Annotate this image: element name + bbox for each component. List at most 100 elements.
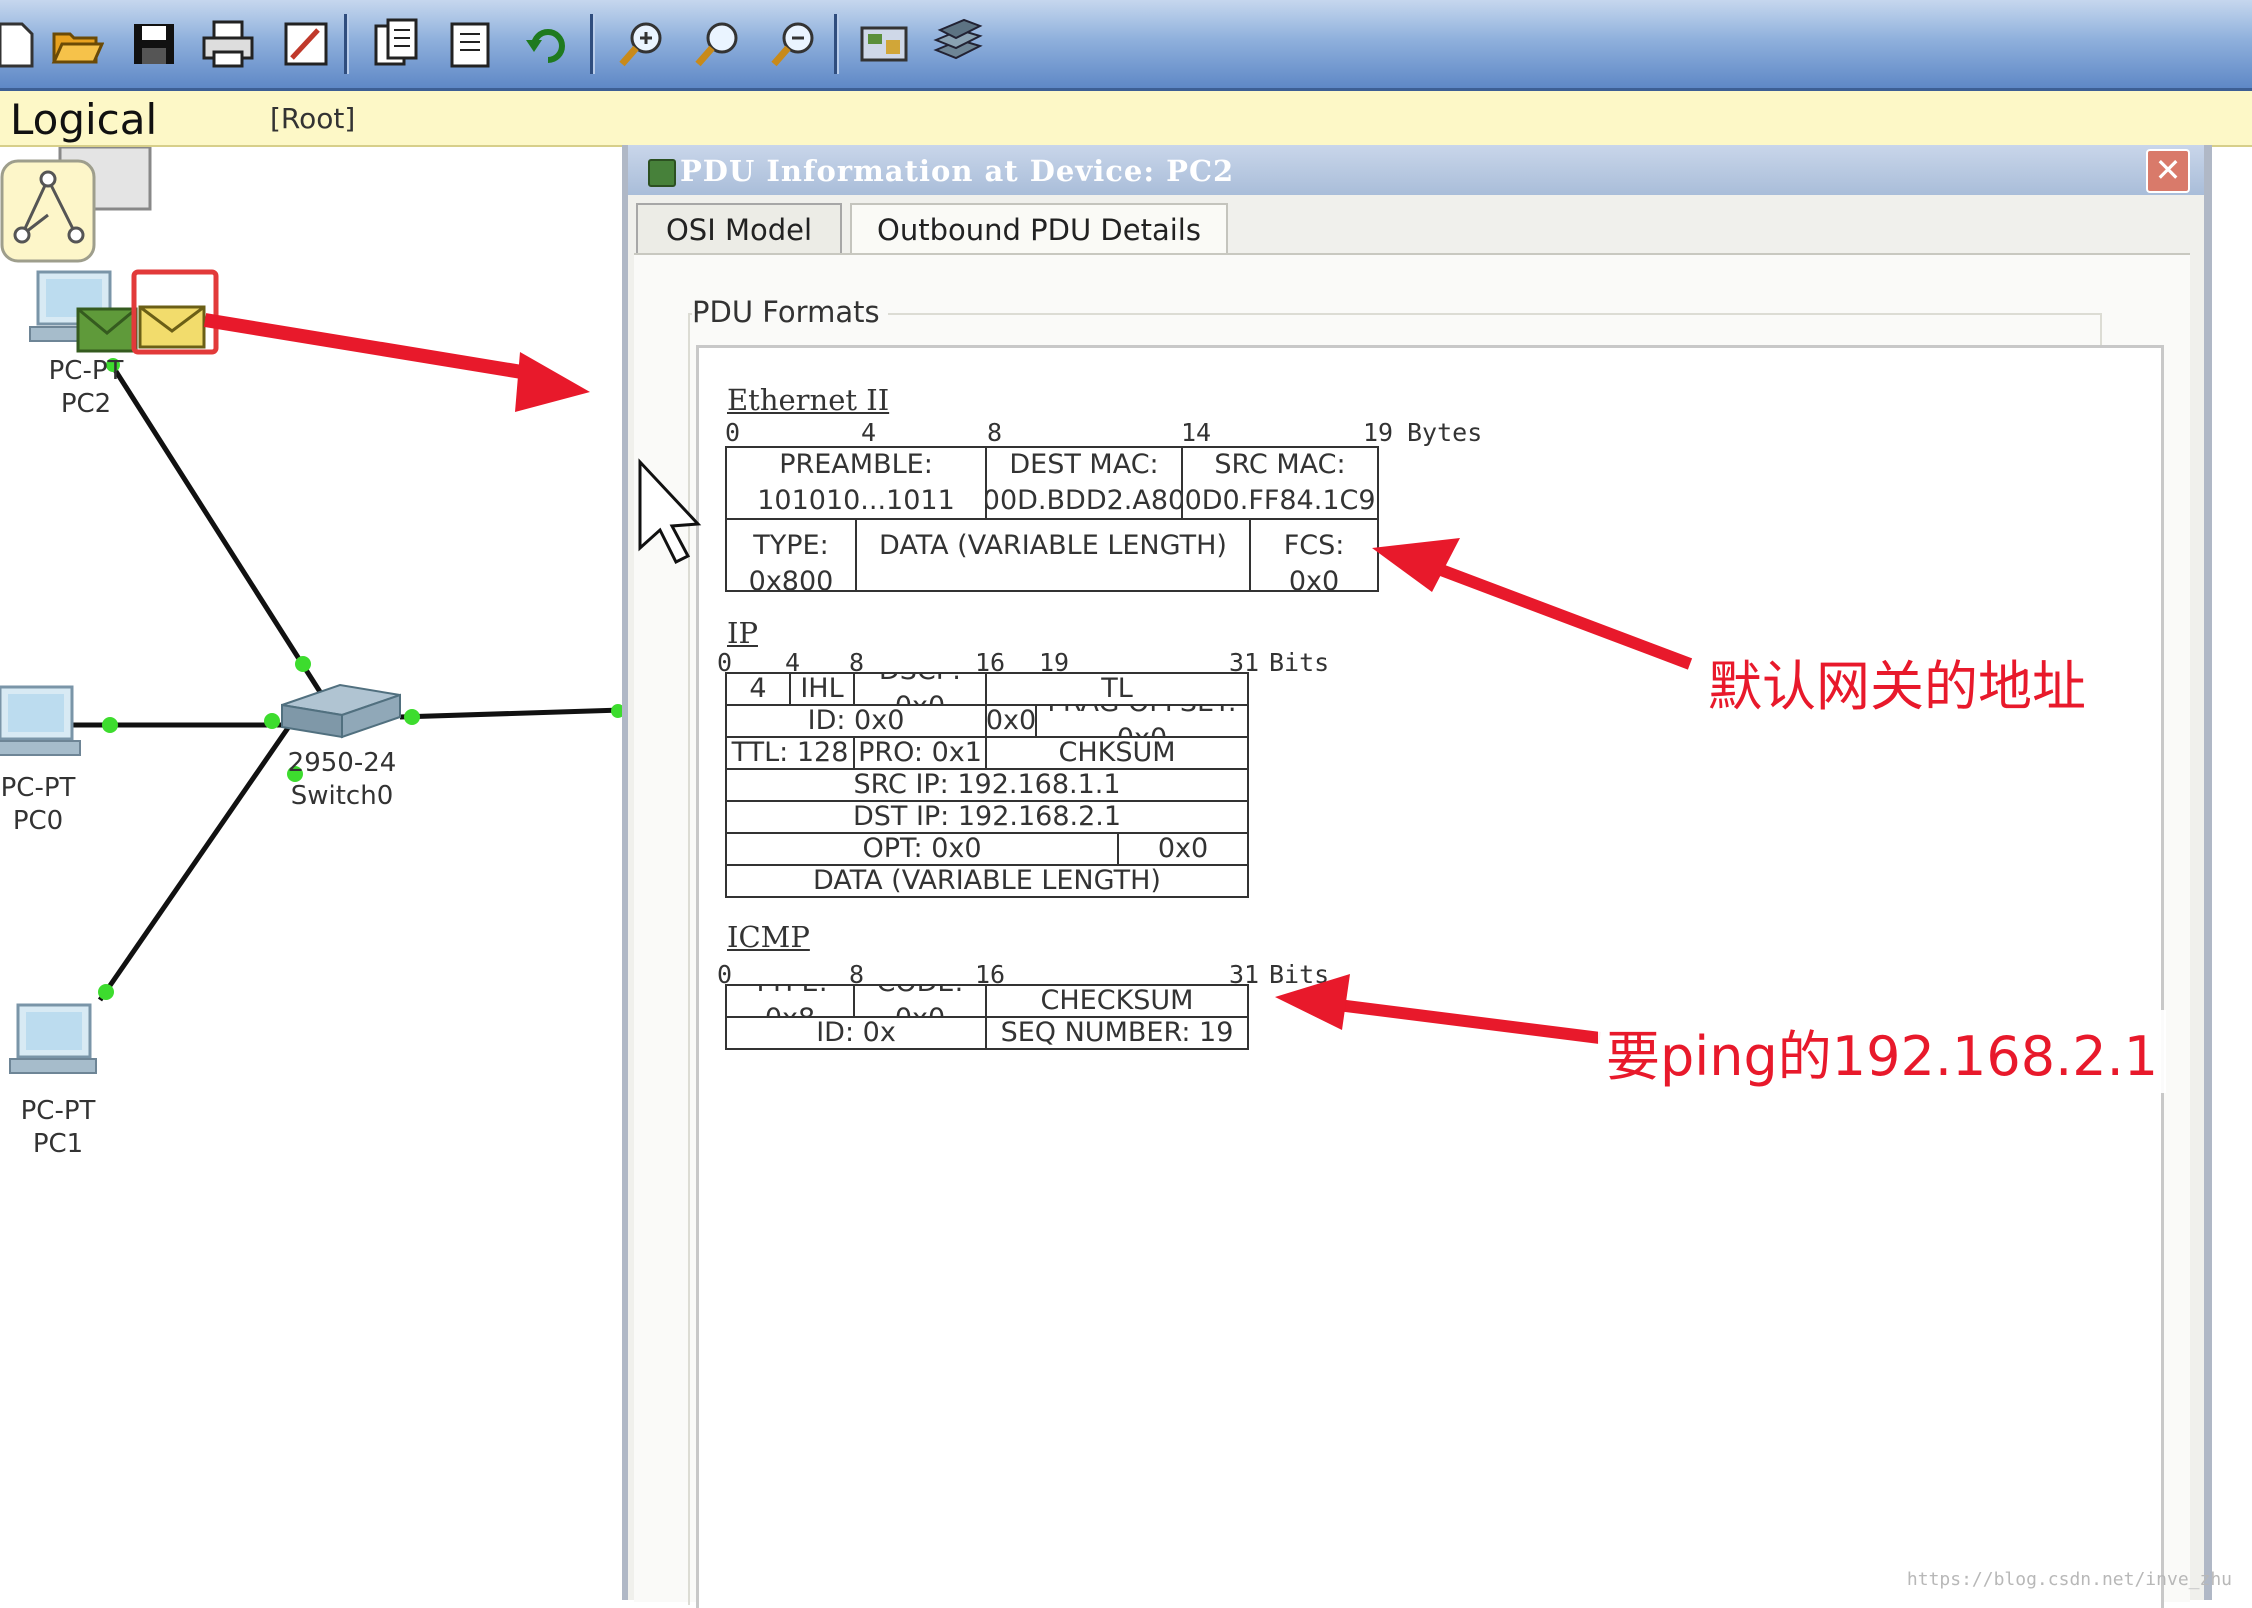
field-label: SRC MAC: — [1214, 449, 1346, 480]
ruler-digit: 0 — [725, 418, 741, 447]
device-type: PC-PT — [0, 773, 76, 803]
link-light — [264, 713, 280, 729]
main-toolbar — [0, 0, 2252, 91]
device-type: 2950-24 — [287, 748, 397, 778]
ruler-unit: Bytes — [1407, 418, 1483, 447]
ip-flags-cell: 0x0 — [985, 704, 1037, 738]
tab-outbound-pdu-details[interactable]: Outbound PDU Details — [850, 203, 1228, 255]
close-icon[interactable]: ✕ — [2146, 149, 2190, 193]
pc2-label[interactable]: PC-PT PC2 — [26, 355, 146, 421]
workspace-bar: Logical [Root] — [0, 91, 2252, 147]
src-mac-cell: SRC MAC: 00D0.FF84.1C9E — [1181, 446, 1379, 520]
field-label: DATA (VARIABLE LENGTH) — [879, 530, 1227, 561]
pdu-formats-scroll-area[interactable]: Ethernet II 0 4 8 14 19 Bytes PREAMBLE: … — [696, 345, 2164, 1608]
field-value: 0x800 — [748, 566, 834, 592]
copy-icon[interactable] — [368, 16, 424, 72]
ip-dscp-cell: DSCP: 0x0 — [853, 672, 987, 706]
ip-dst-cell: DST IP: 192.168.2.1 — [725, 800, 1249, 834]
icmp-seq-cell: SEQ NUMBER: 19 — [985, 1016, 1249, 1050]
open-icon[interactable] — [48, 16, 104, 72]
pc-icon — [0, 685, 81, 756]
dest-mac-cell: DEST MAC: 000D.BDD2.A801 — [985, 446, 1183, 520]
device-type: PC-PT — [48, 356, 124, 386]
paste-icon[interactable] — [444, 16, 500, 72]
field-label: FCS: — [1283, 530, 1345, 561]
pc0-label[interactable]: PC-PT PC0 — [0, 772, 88, 838]
link-light — [102, 717, 118, 733]
save-icon[interactable] — [126, 16, 182, 72]
pc1-label[interactable]: PC-PT PC1 — [6, 1095, 110, 1161]
field-value: 00D0.FF84.1C9E — [1183, 485, 1377, 516]
zoom-out-icon[interactable] — [766, 16, 822, 72]
ruler-digit: 19 — [1363, 418, 1394, 447]
custom-device-icon[interactable] — [930, 16, 986, 72]
icmp-checksum-cell: CHECKSUM — [985, 984, 1249, 1018]
ip-src-cell: SRC IP: 192.168.1.1 — [725, 768, 1249, 802]
ip-padding-cell: 0x0 — [1117, 832, 1249, 866]
ip-protocol-cell: PRO: 0x1 — [853, 736, 987, 770]
tab-panel: PDU Formats Ethernet II 0 4 8 14 19 Byte… — [634, 253, 2190, 1608]
fcs-cell: FCS: 0x0 — [1249, 518, 1379, 592]
print-icon[interactable] — [200, 16, 256, 72]
ruler-digit: 4 — [861, 418, 877, 447]
ip-version-cell: 4 — [725, 672, 791, 706]
field-label: PREAMBLE: — [779, 449, 933, 480]
dialog-title: PDU Information at Device: PC2 — [680, 154, 1235, 188]
field-label: DEST MAC: — [1009, 449, 1159, 480]
link-light — [404, 709, 420, 725]
ruler-digit: 14 — [1181, 418, 1212, 447]
ethernet-data-cell: DATA (VARIABLE LENGTH) — [855, 518, 1251, 592]
ip-opt-cell: OPT: 0x0 — [725, 832, 1119, 866]
link-light — [611, 704, 622, 718]
link-switch-out — [399, 707, 622, 720]
field-value: 101010...1011 — [757, 485, 955, 516]
ruler-digit: 8 — [987, 418, 1003, 447]
device-name: PC0 — [12, 806, 64, 836]
link-pc1-switch — [97, 723, 293, 1002]
pdu-info-dialog: PDU Information at Device: PC2 ✕ OSI Mod… — [622, 145, 2212, 1608]
ip-data-cell: DATA (VARIABLE LENGTH) — [725, 864, 1249, 898]
icmp-id-cell: ID: 0x — [725, 1016, 987, 1050]
logical-workspace[interactable]: PC-PT PC2 PC-PT PC0 PC-PT PC1 2950-24 Sw… — [0, 147, 622, 1600]
zoom-in-icon[interactable] — [614, 16, 670, 72]
ip-id-cell: ID: 0x0 — [725, 704, 987, 738]
zoom-reset-icon[interactable] — [690, 16, 746, 72]
ip-checksum-cell: CHKSUM — [985, 736, 1249, 770]
link-light — [295, 656, 311, 672]
ip-ihl-cell: IHL — [789, 672, 855, 706]
logical-mode-label[interactable]: Logical — [10, 95, 157, 144]
field-value: 000D.BDD2.A801 — [985, 485, 1181, 516]
preamble-cell: PREAMBLE: 101010...1011 — [725, 446, 987, 520]
dialog-titlebar[interactable]: PDU Information at Device: PC2 ✕ — [628, 145, 2204, 195]
pc-icon — [9, 1003, 97, 1074]
ethernet-title: Ethernet II — [727, 383, 890, 417]
palette-icon[interactable] — [856, 16, 912, 72]
device-name: Switch0 — [290, 781, 394, 811]
pdu-formats-label: PDU Formats — [692, 295, 888, 329]
ping-annotation: 要ping的192.168.2.1 — [1598, 1010, 2167, 1093]
device-type: PC-PT — [20, 1096, 96, 1126]
device-icon — [648, 159, 676, 187]
new-icon[interactable] — [0, 16, 42, 72]
type-cell: TYPE: 0x800 — [725, 518, 857, 592]
device-name: PC1 — [32, 1129, 84, 1159]
wizard-icon[interactable] — [278, 16, 334, 72]
gateway-annotation: 默认网关的地址 — [1700, 640, 2094, 723]
icmp-type-cell: TYPE: 0x8 — [725, 984, 855, 1018]
field-label: TYPE: — [753, 530, 829, 561]
ip-tl-cell: TL — [985, 672, 1249, 706]
ip-title: IP — [727, 616, 758, 650]
undo-icon[interactable] — [520, 16, 576, 72]
root-path-label[interactable]: [Root] — [270, 102, 355, 135]
ruler-unit: Bits — [1269, 648, 1330, 677]
device-name: PC2 — [60, 389, 112, 419]
switch0-label[interactable]: 2950-24 Switch0 — [282, 747, 402, 813]
watermark: https://blog.csdn.net/inve_zhu — [1906, 1569, 2232, 1590]
link-light — [98, 984, 114, 1000]
ip-frag-offset-cell: FRAG OFFSET: 0x0 — [1035, 704, 1249, 738]
tab-osi-model[interactable]: OSI Model — [636, 203, 842, 255]
ip-ttl-cell: TTL: 128 — [725, 736, 855, 770]
icmp-code-cell: CODE: 0x0 — [853, 984, 987, 1018]
icmp-title: ICMP — [727, 920, 810, 954]
field-value: 0x0 — [1288, 566, 1340, 592]
